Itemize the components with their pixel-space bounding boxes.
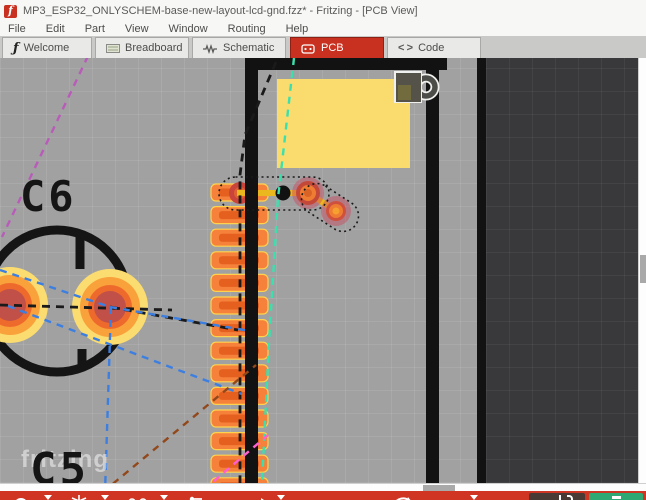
bottom-toolbar — [0, 491, 646, 500]
rotate-dropdown-caret[interactable] — [44, 495, 52, 500]
menu-edit[interactable]: Edit — [36, 23, 75, 35]
menu-routing[interactable]: Routing — [218, 23, 276, 35]
tool-dropdown-caret[interactable] — [470, 495, 478, 500]
flip-dropdown-caret[interactable] — [101, 495, 109, 500]
menu-help[interactable]: Help — [276, 23, 319, 35]
tab-schematic[interactable]: Schematic — [192, 37, 286, 58]
label-c6[interactable]: C6 — [20, 172, 77, 221]
menu-bar: File Edit Part View Window Routing Help — [0, 22, 646, 36]
window-title: MP3_ESP32_ONLYSCHEM-base-new-layout-lcd-… — [23, 5, 418, 17]
tab-label: Schematic — [223, 42, 274, 54]
label-c5[interactable]: C5 — [30, 444, 89, 483]
schematic-wave-icon — [203, 43, 218, 54]
tab-welcome[interactable]: ƒ Welcome — [2, 37, 92, 58]
menu-part[interactable]: Part — [75, 23, 115, 35]
tab-label: PCB — [321, 42, 344, 54]
breadboard-icon — [106, 43, 120, 54]
autoroute-dropdown-caret[interactable] — [277, 495, 285, 500]
code-brackets-icon: < > — [398, 42, 413, 54]
bendpoint-icon[interactable] — [184, 494, 204, 500]
view-tab-bar: ƒ Welcome Breadboard Schematic PCB — [0, 36, 646, 58]
routing-info-button[interactable] — [529, 493, 585, 500]
tab-label: Breadboard — [125, 42, 183, 54]
autoroute-arrow-icon[interactable] — [248, 494, 268, 500]
vertical-scrollbar-thumb[interactable] — [640, 255, 646, 283]
menu-file[interactable]: File — [0, 23, 36, 35]
pcb-board-icon — [301, 43, 316, 54]
tab-breadboard[interactable]: Breadboard — [95, 37, 189, 58]
vertical-scrollbar[interactable] — [638, 58, 646, 483]
via-tool-icon[interactable] — [128, 494, 148, 500]
tab-pcb[interactable]: PCB — [290, 37, 384, 58]
yellow-part[interactable] — [277, 79, 410, 168]
tab-label: Welcome — [24, 42, 70, 54]
share-button[interactable] — [589, 493, 643, 500]
horizontal-scrollbar[interactable] — [0, 483, 646, 491]
help-icon — [567, 495, 573, 500]
fritzing-logo-icon: ƒ — [13, 41, 19, 56]
tab-code[interactable]: < > Code — [387, 37, 481, 58]
fritzing-app-icon: f — [4, 5, 17, 18]
curved-arrow-icon[interactable] — [391, 494, 413, 500]
pcb-canvas[interactable]: fritzing C6 C5 — [0, 58, 638, 483]
dark-side-panel — [486, 58, 638, 483]
flip-icon[interactable] — [70, 494, 88, 500]
via-dropdown-caret[interactable] — [160, 495, 168, 500]
fritzing-window: f MP3_ESP32_ONLYSCHEM-base-new-layout-lc… — [0, 0, 646, 500]
menu-view[interactable]: View — [115, 23, 159, 35]
tab-label: Code — [418, 42, 444, 54]
rotate-icon[interactable] — [12, 494, 30, 500]
via-2[interactable] — [321, 196, 351, 226]
share-glyph — [612, 496, 621, 499]
menu-window[interactable]: Window — [159, 23, 218, 35]
title-bar: f MP3_ESP32_ONLYSCHEM-base-new-layout-lc… — [0, 0, 646, 22]
lock-icon[interactable] — [392, 68, 444, 108]
info-icon — [559, 495, 561, 500]
via-1[interactable] — [292, 177, 324, 209]
